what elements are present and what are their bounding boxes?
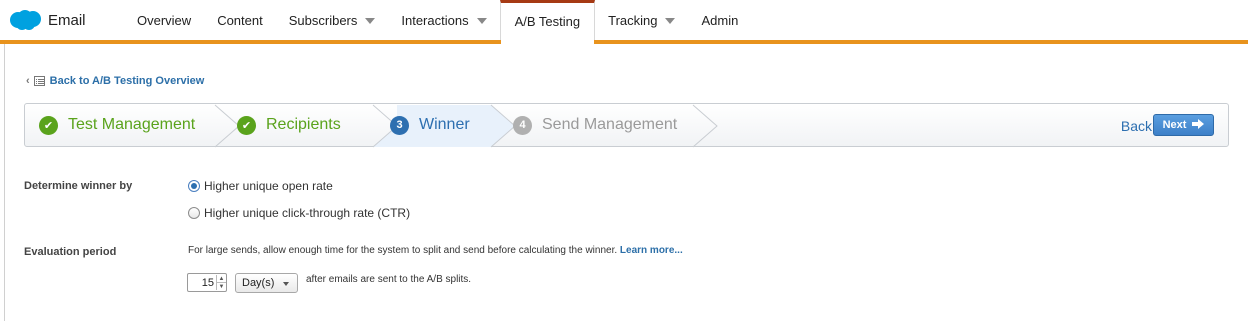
wizard-step-send-management[interactable]: 4 Send Management [513, 104, 677, 146]
wizard-step-label: Winner [419, 116, 470, 133]
salesforce-cloud-icon [8, 9, 42, 31]
chevron-down-icon [665, 18, 676, 24]
wizard-step-label: Send Management [542, 116, 678, 133]
evaluation-after-text: after emails are sent to the A/B splits. [306, 274, 472, 285]
stepper-down-icon[interactable]: ▼ [217, 282, 226, 290]
nav-item-label: Interactions [401, 12, 469, 28]
wizard-next-button[interactable]: Next [1153, 114, 1214, 136]
stepper-spin-buttons: ▲ ▼ [216, 275, 226, 290]
radio-ctr-label: Higher unique click-through rate (CTR) [204, 206, 411, 220]
nav-menu: Overview Content Subscribers Interactions A/… [124, 0, 751, 44]
evaluation-help-text: For large sends, allow enough time for t… [188, 245, 683, 256]
page-border [4, 44, 5, 321]
wizard-back-link[interactable]: Back [1121, 118, 1152, 134]
nav-item-interactions[interactable]: Interactions [388, 0, 499, 40]
evaluation-period-stepper[interactable]: ▲ ▼ [187, 273, 227, 292]
evaluation-period-label: Evaluation period [24, 246, 117, 258]
step-number-badge: 4 [513, 115, 532, 135]
evaluation-period-input[interactable] [188, 275, 216, 290]
radio-button-unselected[interactable] [188, 207, 200, 219]
list-icon [33, 76, 45, 86]
arrow-right-icon [1192, 118, 1205, 132]
nav-item-admin[interactable]: Admin [688, 0, 751, 40]
back-link-label: Back to A/B Testing Overview [49, 75, 205, 87]
top-navigation: Email Overview Content Subscribers Interact… [0, 0, 1248, 44]
wizard-step-label: Test Management [68, 116, 196, 133]
wizard-step-test-management[interactable]: ✔ Test Management [39, 104, 195, 146]
nav-item-label: Admin [701, 12, 739, 28]
next-button-label: Next [1162, 119, 1187, 131]
wizard-steps-bar: ✔ Test Management ✔ Recipients 3 Winner 4 Send … [24, 103, 1229, 148]
chevron-down-icon [365, 18, 376, 24]
wizard-step-label: Recipients [266, 116, 341, 133]
wizard-step-recipients[interactable]: ✔ Recipients [237, 104, 341, 146]
determine-winner-label: Determine winner by [24, 180, 133, 192]
nav-item-label: Content [217, 12, 263, 28]
nav-item-tracking[interactable]: Tracking [595, 0, 688, 40]
nav-item-label: Subscribers [288, 12, 358, 28]
radio-ctr[interactable]: Higher unique click-through rate (CTR) [188, 206, 410, 220]
nav-item-overview[interactable]: Overview [124, 0, 204, 40]
radio-open-rate-label: Higher unique open rate [204, 179, 333, 193]
learn-more-link[interactable]: Learn more... [620, 245, 683, 256]
back-to-overview-link[interactable]: ‹ Back to A/B Testing Overview [26, 75, 204, 87]
help-text: For large sends, allow enough time for t… [188, 245, 618, 256]
nav-item-content[interactable]: Content [204, 0, 276, 40]
checkmark-icon: ✔ [39, 115, 58, 135]
step-number-badge: 3 [390, 115, 409, 135]
evaluation-unit-value: Day(s) [242, 277, 275, 289]
nav-item-a-b-testing[interactable]: A/B Testing [499, 0, 596, 44]
chevron-left-icon: ‹ [26, 75, 30, 87]
chevron-down-icon [283, 282, 289, 286]
checkmark-icon: ✔ [237, 115, 256, 135]
stepper-up-icon[interactable]: ▲ [217, 275, 226, 282]
nav-item-label: Overview [137, 12, 192, 28]
chevron-down-icon [476, 18, 487, 24]
nav-item-label: Tracking [608, 12, 658, 28]
app-brand[interactable]: Email [8, 9, 86, 31]
radio-open-rate[interactable]: Higher unique open rate [188, 179, 333, 193]
nav-item-subscribers[interactable]: Subscribers [276, 0, 389, 40]
wizard-step-winner[interactable]: 3 Winner [390, 104, 470, 146]
nav-item-label: A/B Testing [514, 14, 581, 29]
radio-button-selected[interactable] [188, 180, 200, 192]
evaluation-unit-select[interactable]: Day(s) [235, 273, 298, 293]
app-name: Email [48, 11, 86, 29]
